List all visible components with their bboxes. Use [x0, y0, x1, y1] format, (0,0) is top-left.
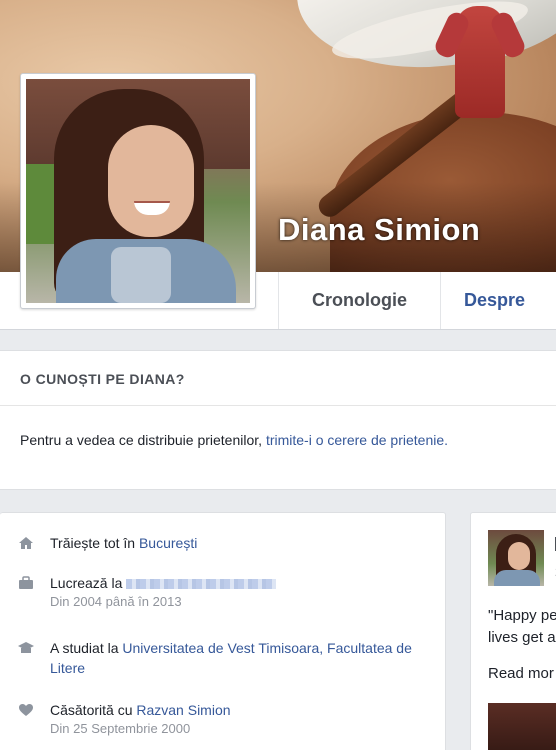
works-period: Din 2004 până în 2013 [50, 594, 182, 609]
lives-city-link[interactable]: București [139, 535, 197, 551]
profile-name[interactable]: Diana Simion [278, 212, 480, 248]
heart-icon [18, 702, 34, 718]
intro-studied-line: A studiat la Universitatea de Vest Timis… [50, 638, 435, 678]
tab-about[interactable]: Despre [464, 272, 525, 329]
intro-married-line: Căsătorită cu Razvan Simion [50, 700, 435, 720]
home-icon [18, 535, 34, 551]
tab-timeline[interactable]: Cronologie [278, 272, 441, 329]
briefcase-icon [18, 575, 34, 591]
intro-lives-line: Trăiește tot în București [50, 533, 435, 553]
read-more-link[interactable]: Read mor [488, 665, 554, 682]
photo-face [108, 125, 194, 237]
spouse-link[interactable]: Razvan Simion [136, 702, 230, 718]
cover-art-figure [455, 6, 505, 118]
intro-panel: Trăiește tot în București Lucrează la Di… [0, 512, 446, 750]
married-since: Din 25 Septembrie 2000 [50, 721, 191, 736]
post-author-avatar[interactable] [488, 530, 544, 586]
avatar-jacket [494, 570, 540, 586]
intro-item-works: Lucrează la Din 2004 până în 2013 [18, 573, 435, 611]
post-text-line1: "Happy pe [488, 607, 556, 624]
post-text-line2: lives get a [488, 629, 556, 646]
employer-link-redacted[interactable] [126, 579, 277, 590]
photo-collar [111, 247, 171, 303]
post-card: 2 "Happy pe lives get a Read mor [470, 512, 556, 750]
send-friend-request-link[interactable]: trimite-i o cerere de prietenie. [266, 432, 448, 448]
avatar-face [508, 542, 530, 570]
married-label: Căsătorită cu [50, 702, 137, 718]
intro-item-married: Căsătorită cu Razvan Simion Din 25 Septe… [18, 700, 435, 738]
post-image[interactable] [488, 703, 556, 750]
do-you-know-panel: O CUNOȘTI PE DIANA? Pentru a vedea ce di… [0, 350, 556, 490]
intro-item-lives: Trăiește tot în București [18, 533, 435, 553]
intro-works-line: Lucrează la [50, 573, 435, 593]
lives-label: Trăiește tot în [50, 535, 139, 551]
do-you-know-title: O CUNOȘTI PE DIANA? [0, 351, 556, 406]
intro-item-studied: A studiat la Universitatea de Vest Timis… [18, 638, 435, 678]
profile-picture[interactable] [20, 73, 256, 309]
graduation-cap-icon [18, 640, 34, 656]
do-you-know-body: Pentru a vedea ce distribuie prietenilor… [0, 406, 556, 448]
studied-label: A studiat la [50, 640, 123, 656]
profile-picture-image [26, 79, 250, 303]
do-you-know-text: Pentru a vedea ce distribuie prietenilor… [20, 432, 266, 448]
post-text: "Happy pe lives get a [488, 605, 556, 649]
works-label: Lucrează la [50, 575, 127, 591]
